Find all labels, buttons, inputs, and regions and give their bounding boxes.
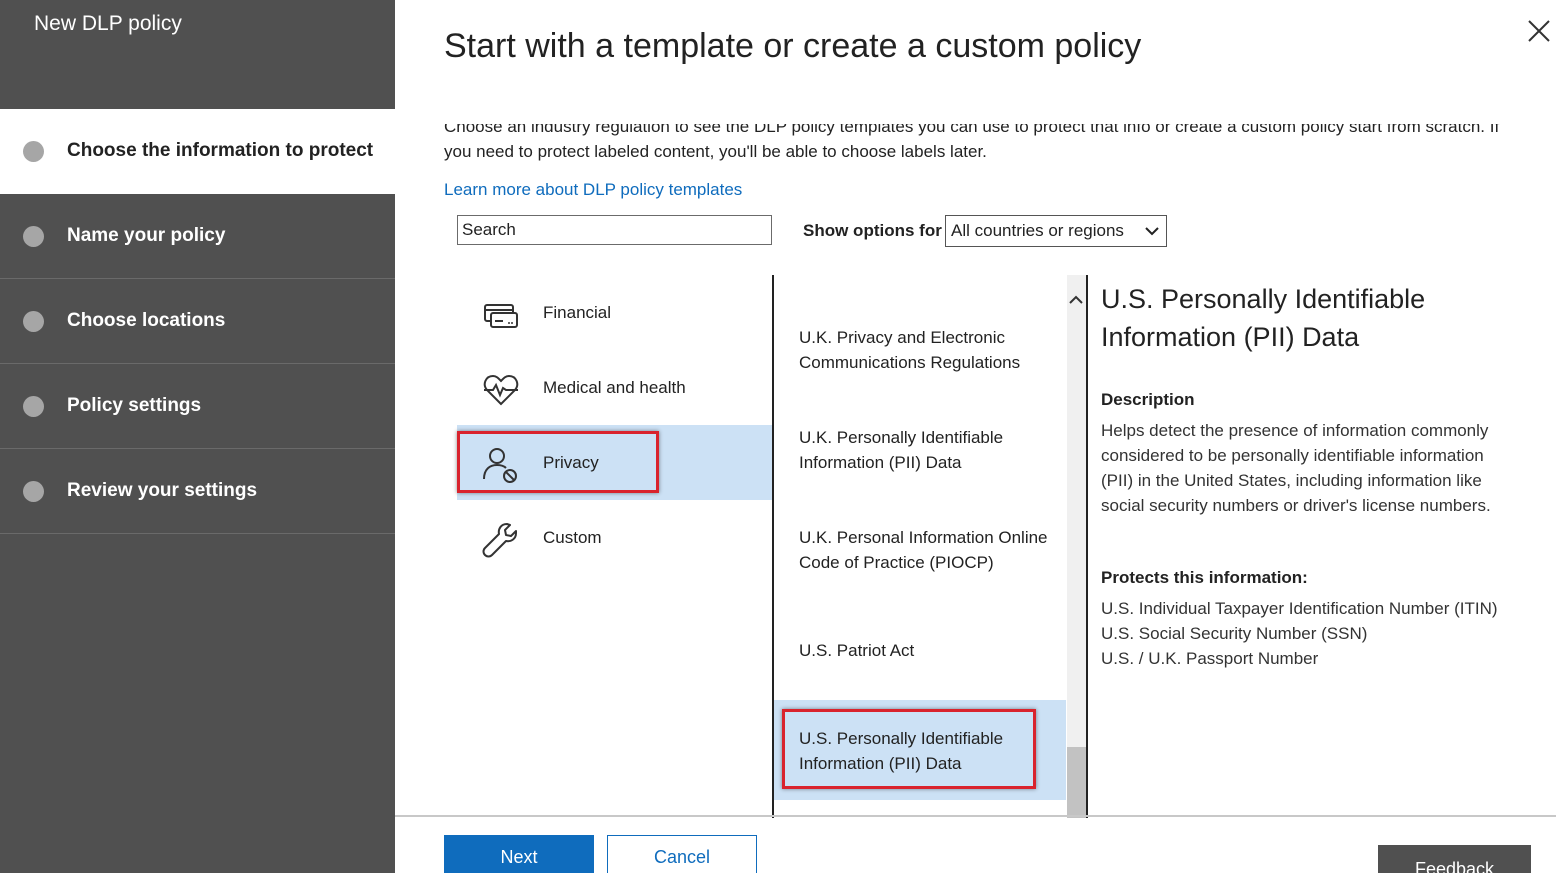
protected-info-list: U.S. Individual Taxpayer Identification … [1101, 596, 1521, 671]
intro-text-container: Choose an industry regulation to see the… [444, 124, 1514, 174]
column-divider [1086, 275, 1088, 818]
step-name-policy[interactable]: Name your policy [0, 194, 395, 279]
step-status-dot [23, 226, 44, 247]
description-heading: Description [1101, 390, 1195, 409]
step-label: Review your settings [67, 480, 258, 501]
step-review-settings[interactable]: Review your settings [0, 449, 395, 534]
category-label: Financial [543, 303, 612, 322]
step-status-dot [23, 481, 44, 502]
search-input[interactable] [457, 215, 772, 245]
category-list: Financial Medical and health Privacy Cus [457, 275, 772, 820]
template-scrollbar[interactable] [1067, 275, 1086, 818]
person-blocked-icon [483, 448, 517, 483]
wrench-icon [482, 523, 517, 558]
template-list: U.K. Privacy and Electronic Communicatio… [774, 275, 1066, 818]
wizard-title: New DLP policy [34, 12, 182, 35]
template-item[interactable]: U.S. Patriot Act [774, 638, 1066, 663]
category-label: Custom [543, 528, 602, 547]
region-select-value: All countries or regions [951, 221, 1124, 240]
details-title: U.S. Personally Identifiable Information… [1101, 284, 1426, 352]
protected-info-item: U.S. Individual Taxpayer Identification … [1101, 599, 1498, 618]
step-label: Name your policy [67, 225, 226, 246]
step-label: Choose locations [67, 310, 226, 331]
main-panel: Start with a template or create a custom… [395, 0, 1556, 873]
annotation-highlight-box [782, 709, 1036, 789]
page-title: Start with a template or create a custom… [444, 27, 1142, 65]
step-policy-settings[interactable]: Policy settings [0, 364, 395, 449]
step-status-dot [23, 311, 44, 332]
region-select[interactable]: All countries or regions [945, 215, 1167, 247]
chevron-up-icon[interactable] [1068, 293, 1084, 307]
protected-info-item: U.S. Social Security Number (SSN) [1101, 624, 1368, 643]
wizard-sidebar: New DLP policy Choose the information to… [0, 0, 395, 873]
heart-pulse-icon [483, 374, 519, 406]
next-button[interactable]: Next [444, 835, 594, 873]
protected-info-item: U.S. / U.K. Passport Number [1101, 649, 1319, 668]
category-medical[interactable]: Medical and health [457, 350, 772, 425]
step-label: Policy settings [67, 395, 202, 416]
step-label: Choose the information to protect [67, 140, 374, 161]
category-custom[interactable]: Custom [457, 500, 772, 575]
step-choose-locations[interactable]: Choose locations [0, 279, 395, 364]
category-privacy[interactable]: Privacy [457, 425, 772, 500]
intro-text: Choose an industry regulation to see the… [444, 124, 1500, 161]
feedback-button[interactable]: Feedback [1378, 845, 1531, 873]
category-financial[interactable]: Financial [457, 275, 772, 350]
cancel-button[interactable]: Cancel [607, 835, 757, 873]
close-icon[interactable] [1526, 18, 1552, 44]
template-item[interactable]: U.K. Privacy and Electronic Communicatio… [774, 325, 1066, 375]
template-item[interactable]: U.K. Personal Information Online Code of… [774, 525, 1066, 575]
step-status-dot [23, 141, 44, 162]
protects-heading: Protects this information: [1101, 568, 1308, 587]
learn-more-link[interactable]: Learn more about DLP policy templates [444, 180, 742, 200]
credit-card-icon [484, 304, 518, 328]
wizard-steps: Choose the information to protect Name y… [0, 109, 395, 534]
category-label: Privacy [543, 453, 599, 472]
template-details: U.S. Personally Identifiable Information… [1101, 280, 1521, 671]
description-text: Helps detect the presence of information… [1101, 421, 1491, 515]
scrollbar-thumb[interactable] [1067, 747, 1086, 818]
category-label: Medical and health [543, 378, 686, 397]
template-item[interactable]: U.K. Personally Identifiable Information… [774, 425, 1066, 475]
template-item-selected[interactable]: U.S. Personally Identifiable Information… [774, 700, 1066, 800]
step-status-dot [23, 396, 44, 417]
show-options-label: Show options for [803, 221, 942, 240]
chevron-down-icon [1145, 227, 1159, 236]
footer-divider [395, 815, 1556, 817]
step-choose-information[interactable]: Choose the information to protect [0, 109, 395, 194]
